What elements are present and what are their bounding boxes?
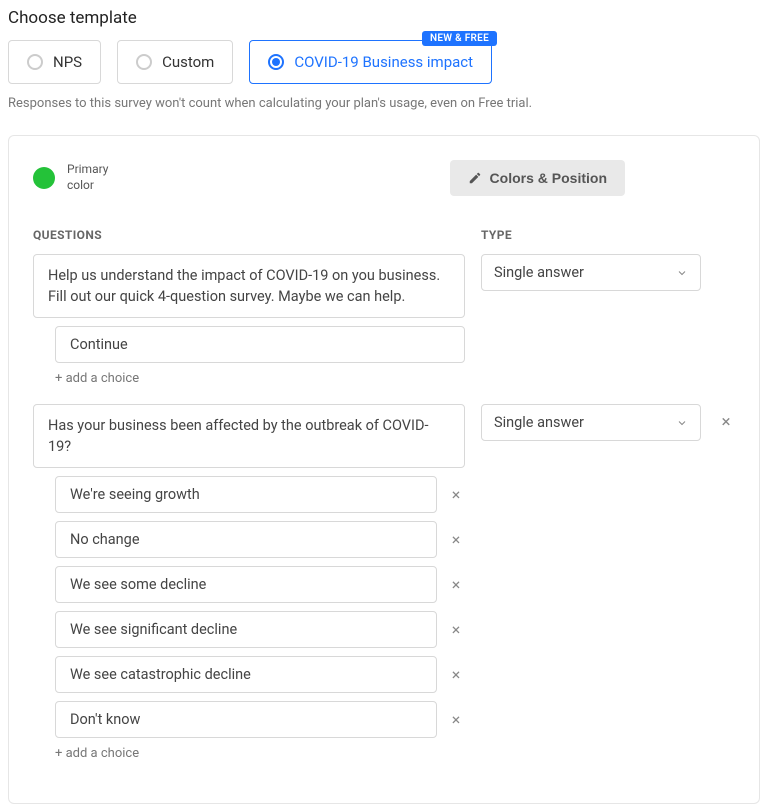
colors-position-label: Colors & Position — [490, 170, 607, 186]
choice-input[interactable]: We see some decline — [55, 566, 437, 603]
choice-input[interactable]: We see catastrophic decline — [55, 656, 437, 693]
question-type-select[interactable]: Single answer — [481, 404, 701, 441]
usage-note: Responses to this survey won't count whe… — [8, 96, 760, 111]
choice-row: Continue — [55, 326, 465, 363]
template-label: NPS — [53, 53, 82, 71]
template-picker: NPS Custom COVID-19 Business impactNEW & F… — [8, 40, 760, 84]
remove-choice-button[interactable]: × — [447, 485, 465, 504]
remove-choice-button[interactable]: × — [447, 530, 465, 549]
choice-input[interactable]: No change — [55, 521, 437, 558]
choice-input[interactable]: Don't know — [55, 701, 437, 738]
type-select-label: Single answer — [494, 414, 584, 431]
primary-color-label: Primary color — [67, 162, 117, 193]
question-text-input[interactable]: Help us understand the impact of COVID-1… — [33, 254, 465, 318]
choice-row: We see catastrophic decline × — [55, 656, 465, 693]
template-option-0[interactable]: NPS — [8, 40, 101, 84]
radio-icon — [136, 54, 152, 70]
radio-icon — [27, 54, 43, 70]
question-block: Has your business been affected by the o… — [33, 404, 735, 761]
template-option-2[interactable]: COVID-19 Business impactNEW & FREE — [249, 40, 492, 84]
add-choice-button[interactable]: + add a choice — [55, 746, 465, 761]
template-option-1[interactable]: Custom — [117, 40, 233, 84]
remove-choice-button[interactable]: × — [447, 710, 465, 729]
card-header: Primary color Colors & Position — [33, 160, 735, 196]
type-header: TYPE — [481, 228, 701, 242]
page-title: Choose template — [8, 8, 760, 28]
chevron-down-icon — [676, 417, 688, 429]
survey-editor-card: Primary color Colors & Position QUESTION… — [8, 135, 760, 804]
remove-choice-button[interactable]: × — [447, 665, 465, 684]
choice-input[interactable]: We're seeing growth — [55, 476, 437, 513]
chevron-down-icon — [676, 267, 688, 279]
template-label: COVID-19 Business impact — [294, 53, 473, 71]
choice-input[interactable]: We see significant decline — [55, 611, 437, 648]
colors-position-button[interactable]: Colors & Position — [450, 160, 625, 196]
add-choice-button[interactable]: + add a choice — [55, 371, 465, 386]
question-block: Help us understand the impact of COVID-1… — [33, 254, 735, 386]
questions-header: QUESTIONS — [33, 228, 465, 242]
choice-row: No change × — [55, 521, 465, 558]
choice-input[interactable]: Continue — [55, 326, 465, 363]
new-free-badge: NEW & FREE — [422, 31, 497, 46]
remove-choice-button[interactable]: × — [447, 575, 465, 594]
type-select-label: Single answer — [494, 264, 584, 281]
primary-color-swatch[interactable] — [33, 167, 55, 189]
column-headers: QUESTIONS TYPE — [33, 228, 735, 254]
question-text-input[interactable]: Has your business been affected by the o… — [33, 404, 465, 468]
question-type-select[interactable]: Single answer — [481, 254, 701, 291]
remove-choice-button[interactable]: × — [447, 620, 465, 639]
choice-row: Don't know × — [55, 701, 465, 738]
choice-row: We're seeing growth × — [55, 476, 465, 513]
choice-row: We see some decline × — [55, 566, 465, 603]
template-label: Custom — [162, 53, 214, 71]
choice-row: We see significant decline × — [55, 611, 465, 648]
pencil-icon — [468, 171, 482, 185]
radio-icon — [268, 54, 284, 70]
remove-question-button[interactable]: × — [717, 404, 735, 432]
